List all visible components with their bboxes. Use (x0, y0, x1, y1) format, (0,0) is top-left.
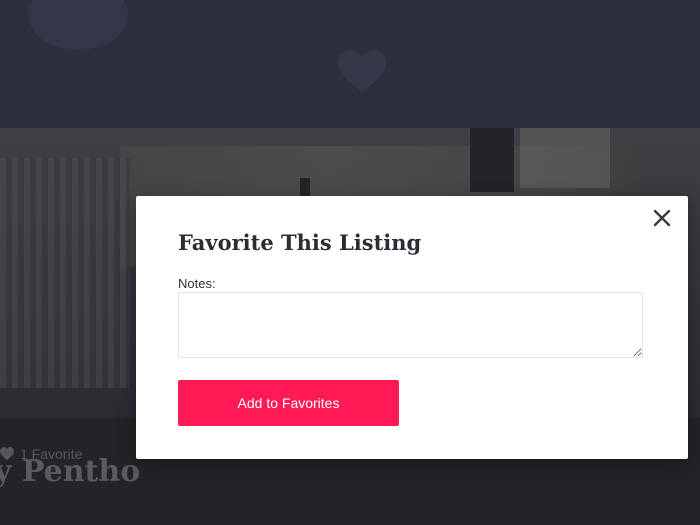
hero-railing (0, 158, 130, 388)
add-to-favorites-button[interactable]: Add to Favorites (178, 380, 399, 426)
notes-label: Notes: (178, 276, 216, 291)
top-header (0, 0, 700, 128)
page: y Pentho 1 Favorite Favorite This Listin… (0, 0, 700, 525)
heart-icon (338, 50, 386, 92)
heart-icon (0, 447, 14, 460)
hero-window (520, 128, 610, 188)
favorite-modal: Favorite This Listing Notes: Add to Favo… (136, 196, 688, 459)
favorites-count: 1 Favorite (0, 446, 82, 462)
close-icon[interactable] (652, 208, 672, 228)
notes-input[interactable] (178, 292, 643, 358)
hero-beam (470, 128, 514, 192)
header-decoration (28, 0, 128, 50)
favorites-count-label: 1 Favorite (20, 446, 83, 462)
modal-title: Favorite This Listing (178, 230, 422, 255)
